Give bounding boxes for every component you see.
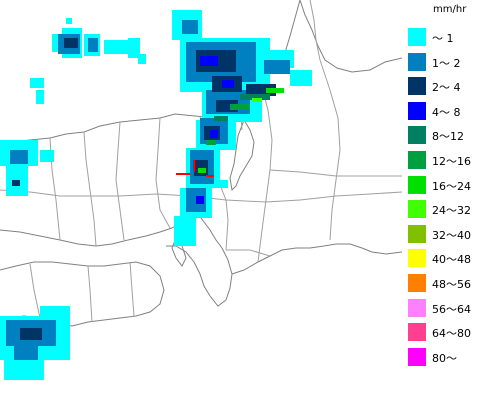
legend-item: 4〜 8 <box>408 101 484 120</box>
legend-swatch <box>408 224 426 243</box>
legend-label: 40〜48 <box>432 253 471 267</box>
legend-item: 40〜48 <box>408 249 484 268</box>
legend-swatch <box>408 101 426 120</box>
legend-label: 〜 1 <box>432 32 454 45</box>
legend-item: 16〜24 <box>408 175 484 194</box>
legend-swatch <box>408 52 426 71</box>
legend-label: 12〜16 <box>432 155 471 168</box>
legend-item: 80〜 <box>408 347 484 366</box>
legend-label: 24〜32 <box>432 204 471 218</box>
legend-item: 8〜12 <box>408 126 484 145</box>
legend-label: 64〜80 <box>432 327 471 341</box>
legend-swatch <box>408 28 426 46</box>
legend-swatch <box>408 323 426 342</box>
legend-item: 1〜 2 <box>408 52 484 71</box>
legend-item: 48〜56 <box>408 274 484 292</box>
legend-label: 32〜40 <box>432 228 471 242</box>
legend-item: 12〜16 <box>408 151 484 169</box>
legend-label: 80〜 <box>432 351 457 365</box>
legend-label: 4〜 8 <box>432 105 461 119</box>
legend-label: 1〜 2 <box>432 56 461 70</box>
legend-item: 2〜 4 <box>408 77 484 96</box>
legend-swatch <box>408 274 426 292</box>
legend-unit-label: mm/hr <box>433 4 467 15</box>
legend-label: 8〜12 <box>432 130 464 144</box>
legend-label: 56〜64 <box>432 302 471 316</box>
legend-item: 64〜80 <box>408 323 484 342</box>
legend-swatch <box>408 200 426 219</box>
legend-item: 56〜64 <box>408 298 484 317</box>
legend-label: 48〜56 <box>432 278 471 291</box>
legend-item: 〜 1 <box>408 28 484 46</box>
legend-swatch <box>408 347 426 366</box>
legend-item: 32〜40 <box>408 224 484 243</box>
legend-item: 24〜32 <box>408 200 484 219</box>
radar-map <box>0 0 402 402</box>
legend-label: 16〜24 <box>432 179 471 193</box>
legend-swatch <box>408 77 426 96</box>
legend: mm/hr 〜 1 1〜 2 2〜 4 4〜 8 8〜12 12〜16 16〜24 24〜32… <box>403 0 484 402</box>
legend-label: 2〜 4 <box>432 81 461 95</box>
legend-swatch <box>408 175 426 194</box>
legend-swatch <box>408 126 426 145</box>
legend-swatch <box>408 151 426 169</box>
legend-swatch <box>408 249 426 268</box>
legend-swatch <box>408 298 426 317</box>
